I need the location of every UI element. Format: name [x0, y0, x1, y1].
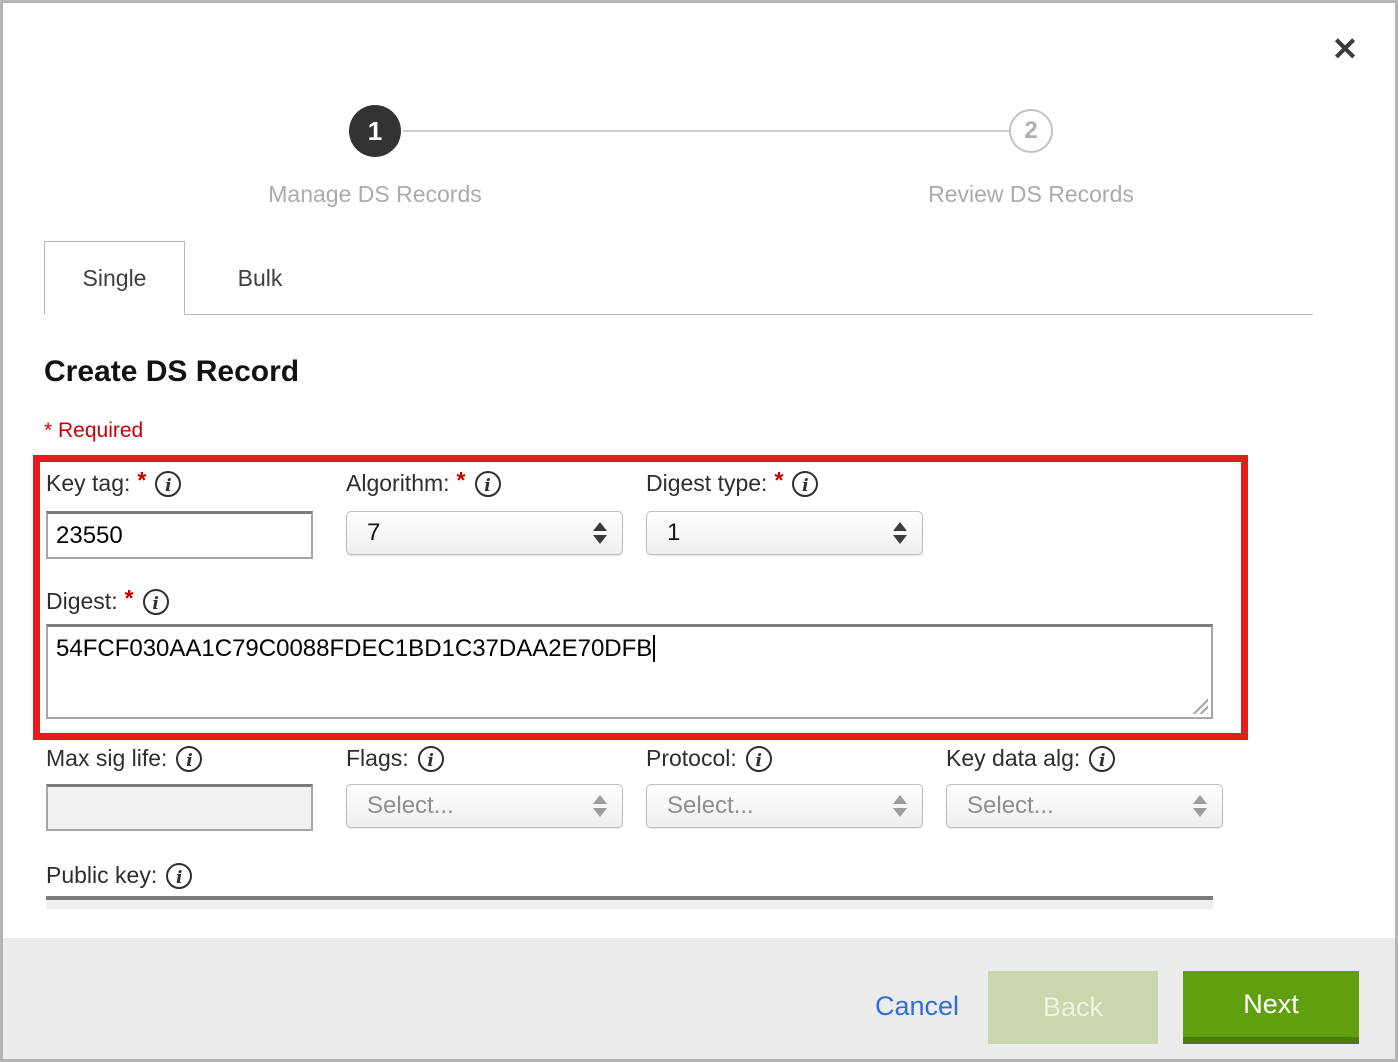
- digest-type-select[interactable]: 1: [646, 511, 923, 555]
- digest-value: 54FCF030AA1C79C0088FDEC1BD1C37DAA2E70DFB: [56, 635, 652, 662]
- page-title: Create DS Record: [44, 355, 299, 389]
- public-key-label-row: Public key: i: [46, 862, 192, 889]
- info-icon[interactable]: i: [746, 746, 772, 772]
- info-icon[interactable]: i: [475, 471, 501, 497]
- max-sig-life-label: Max sig life:: [46, 745, 167, 772]
- info-icon[interactable]: i: [176, 746, 202, 772]
- key-data-alg-select-value: Select...: [967, 792, 1054, 820]
- protocol-select-value: Select...: [667, 792, 754, 820]
- key-data-alg-label: Key data alg:: [946, 745, 1080, 772]
- public-key-label: Public key:: [46, 862, 157, 889]
- flags-select[interactable]: Select...: [346, 784, 623, 828]
- key-tag-label: Key tag:: [46, 470, 130, 497]
- text-caret: [653, 635, 655, 662]
- info-icon[interactable]: i: [1089, 746, 1115, 772]
- step-2-indicator: 2: [1009, 109, 1053, 153]
- algorithm-select[interactable]: 7: [346, 511, 623, 555]
- close-icon[interactable]: ✕: [1325, 29, 1365, 69]
- step-1-label: Manage DS Records: [175, 181, 575, 208]
- key-tag-label-row: Key tag: * i: [46, 470, 181, 497]
- select-stepper-arrows-icon: [593, 522, 607, 544]
- step-2-label: Review DS Records: [831, 181, 1231, 208]
- key-tag-input[interactable]: [46, 511, 313, 559]
- flags-label-row: Flags: i: [346, 745, 444, 772]
- tab-single[interactable]: Single: [44, 241, 185, 315]
- protocol-label: Protocol:: [646, 745, 737, 772]
- select-stepper-arrows-icon: [893, 795, 907, 817]
- required-asterisk: *: [774, 467, 783, 494]
- digest-type-label: Digest type:: [646, 470, 767, 497]
- flags-label: Flags:: [346, 745, 409, 772]
- tab-bulk[interactable]: Bulk: [185, 241, 335, 315]
- digest-type-select-value: 1: [667, 519, 680, 547]
- key-data-alg-label-row: Key data alg: i: [946, 745, 1115, 772]
- info-icon[interactable]: i: [418, 746, 444, 772]
- step-1-indicator: 1: [349, 105, 401, 157]
- flags-select-value: Select...: [367, 792, 454, 820]
- select-stepper-arrows-icon: [1193, 795, 1207, 817]
- cancel-button[interactable]: Cancel: [875, 991, 959, 1022]
- algorithm-label: Algorithm:: [346, 470, 450, 497]
- algorithm-select-value: 7: [367, 519, 380, 547]
- required-asterisk: *: [457, 467, 466, 494]
- select-stepper-arrows-icon: [593, 795, 607, 817]
- back-button[interactable]: Back: [988, 971, 1158, 1044]
- digest-label-row: Digest: * i: [46, 588, 169, 615]
- select-stepper-arrows-icon: [893, 522, 907, 544]
- next-button[interactable]: Next: [1183, 971, 1359, 1044]
- algorithm-label-row: Algorithm: * i: [346, 470, 501, 497]
- create-ds-record-modal: { "modal": { "close_icon": "✕" }, "stepp…: [0, 0, 1398, 1062]
- info-icon[interactable]: i: [166, 863, 192, 889]
- required-note: * Required: [44, 419, 143, 443]
- protocol-select[interactable]: Select...: [646, 784, 923, 828]
- max-sig-life-label-row: Max sig life: i: [46, 745, 202, 772]
- info-icon[interactable]: i: [143, 589, 169, 615]
- digest-textarea[interactable]: 54FCF030AA1C79C0088FDEC1BD1C37DAA2E70DFB: [46, 624, 1213, 719]
- protocol-label-row: Protocol: i: [646, 745, 772, 772]
- required-asterisk: *: [137, 467, 146, 494]
- key-data-alg-select[interactable]: Select...: [946, 784, 1223, 828]
- max-sig-life-input[interactable]: [46, 784, 313, 831]
- info-icon[interactable]: i: [792, 471, 818, 497]
- stepper-connector-line: [403, 130, 1009, 132]
- info-icon[interactable]: i: [155, 471, 181, 497]
- digest-type-label-row: Digest type: * i: [646, 470, 818, 497]
- resize-handle[interactable]: [1191, 697, 1208, 714]
- required-asterisk: *: [125, 585, 134, 612]
- digest-label: Digest:: [46, 588, 118, 615]
- public-key-textarea[interactable]: [46, 896, 1213, 909]
